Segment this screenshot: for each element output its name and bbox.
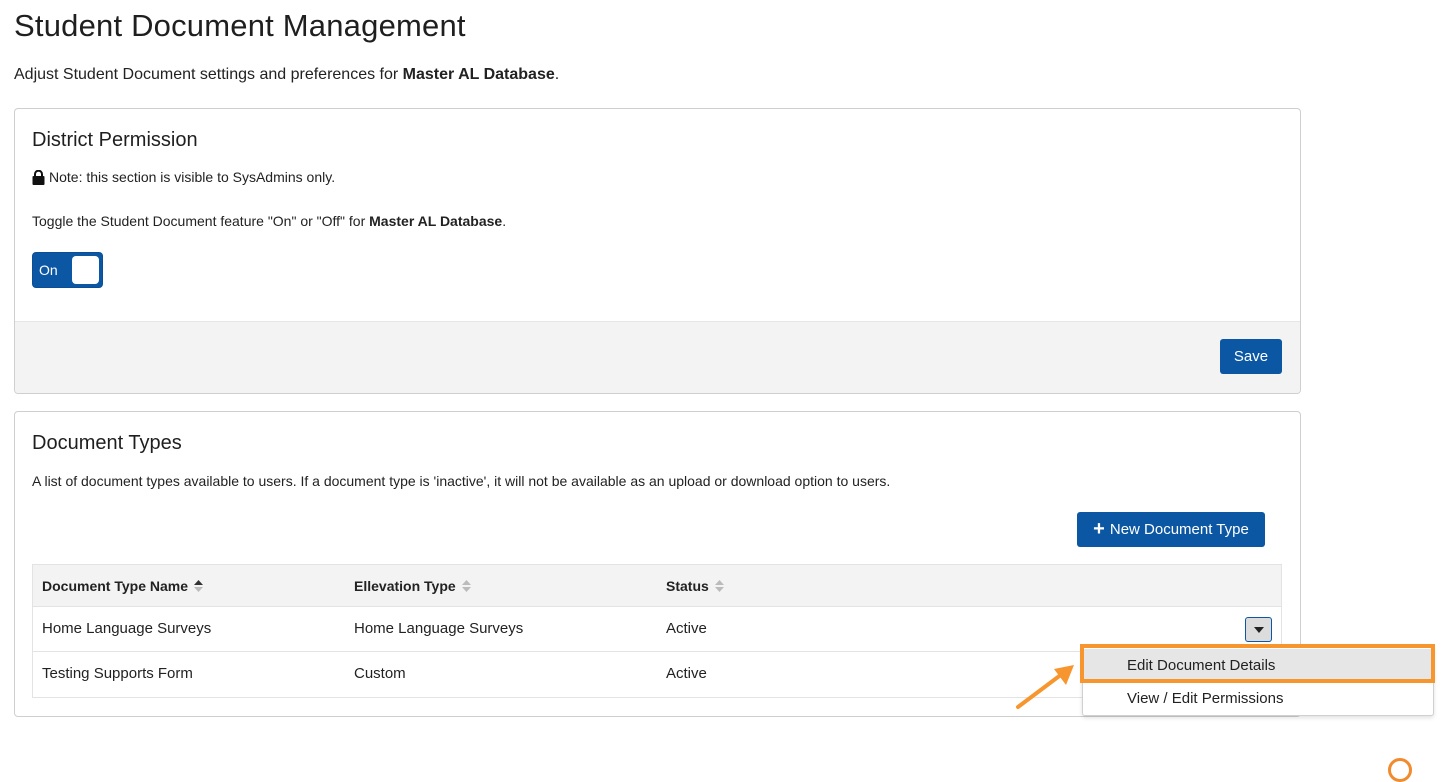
caret-down-icon [1253,626,1264,633]
column-header-name-label: Document Type Name [42,578,188,594]
column-header-status-label: Status [666,578,709,594]
column-header-type-label: Ellevation Type [354,578,456,594]
plus-icon: + [1093,517,1105,540]
cell-type: Home Language Surveys [354,620,524,637]
row-actions-menu: Edit Document Details View / Edit Permis… [1082,645,1434,716]
subtitle-text: Adjust Student Document settings and pre… [14,66,403,83]
cell-status: Active [666,620,707,637]
column-header-status[interactable]: Status [666,578,724,594]
document-types-heading: Document Types [32,432,182,454]
district-permission-footer: Save [15,321,1300,393]
toggle-description-suffix: . [502,213,507,229]
corner-annotation-mark [1388,758,1412,782]
toggle-label: On [39,262,58,278]
row-actions-dropdown-button[interactable] [1245,617,1272,642]
sort-icon [461,580,471,592]
toggle-database-name: Master AL Database [369,213,503,229]
menu-item-edit-document-details[interactable]: Edit Document Details [1083,649,1433,682]
toggle-knob [72,256,99,284]
column-header-name[interactable]: Document Type Name [42,578,203,594]
cell-status: Active [666,665,707,682]
page-subtitle: Adjust Student Document settings and pre… [14,66,559,84]
document-types-description: A list of document types available to us… [32,473,891,489]
sysadmin-note-text: Note: this section is visible to SysAdmi… [49,169,336,185]
annotation-arrow-icon [1016,665,1074,709]
new-document-type-label: New Document Type [1109,521,1249,538]
cell-name: Home Language Surveys [42,620,212,637]
new-document-type-button[interactable]: + New Document Type [1077,512,1265,547]
sysadmin-note: Note: this section is visible to SysAdmi… [32,169,335,185]
menu-item-view-edit-permissions[interactable]: View / Edit Permissions [1083,682,1433,715]
database-name: Master AL Database [402,66,555,83]
column-header-type[interactable]: Ellevation Type [354,578,471,594]
sort-asc-icon [194,580,203,592]
toggle-description: Toggle the Student Document feature "On"… [32,213,506,229]
district-permission-heading: District Permission [32,129,198,151]
student-document-toggle[interactable]: On [32,252,103,288]
cell-type: Custom [354,665,406,682]
subtitle-suffix: . [554,66,560,83]
sort-icon [714,580,724,592]
cell-name: Testing Supports Form [42,665,193,682]
district-permission-panel: District Permission Note: this section i… [14,108,1301,394]
table-header: Document Type Name Ellevation Type Statu… [33,565,1281,607]
page-title: Student Document Management [14,8,466,43]
toggle-description-text: Toggle the Student Document feature "On"… [32,213,370,229]
lock-icon [32,169,45,185]
save-button[interactable]: Save [1220,339,1282,374]
